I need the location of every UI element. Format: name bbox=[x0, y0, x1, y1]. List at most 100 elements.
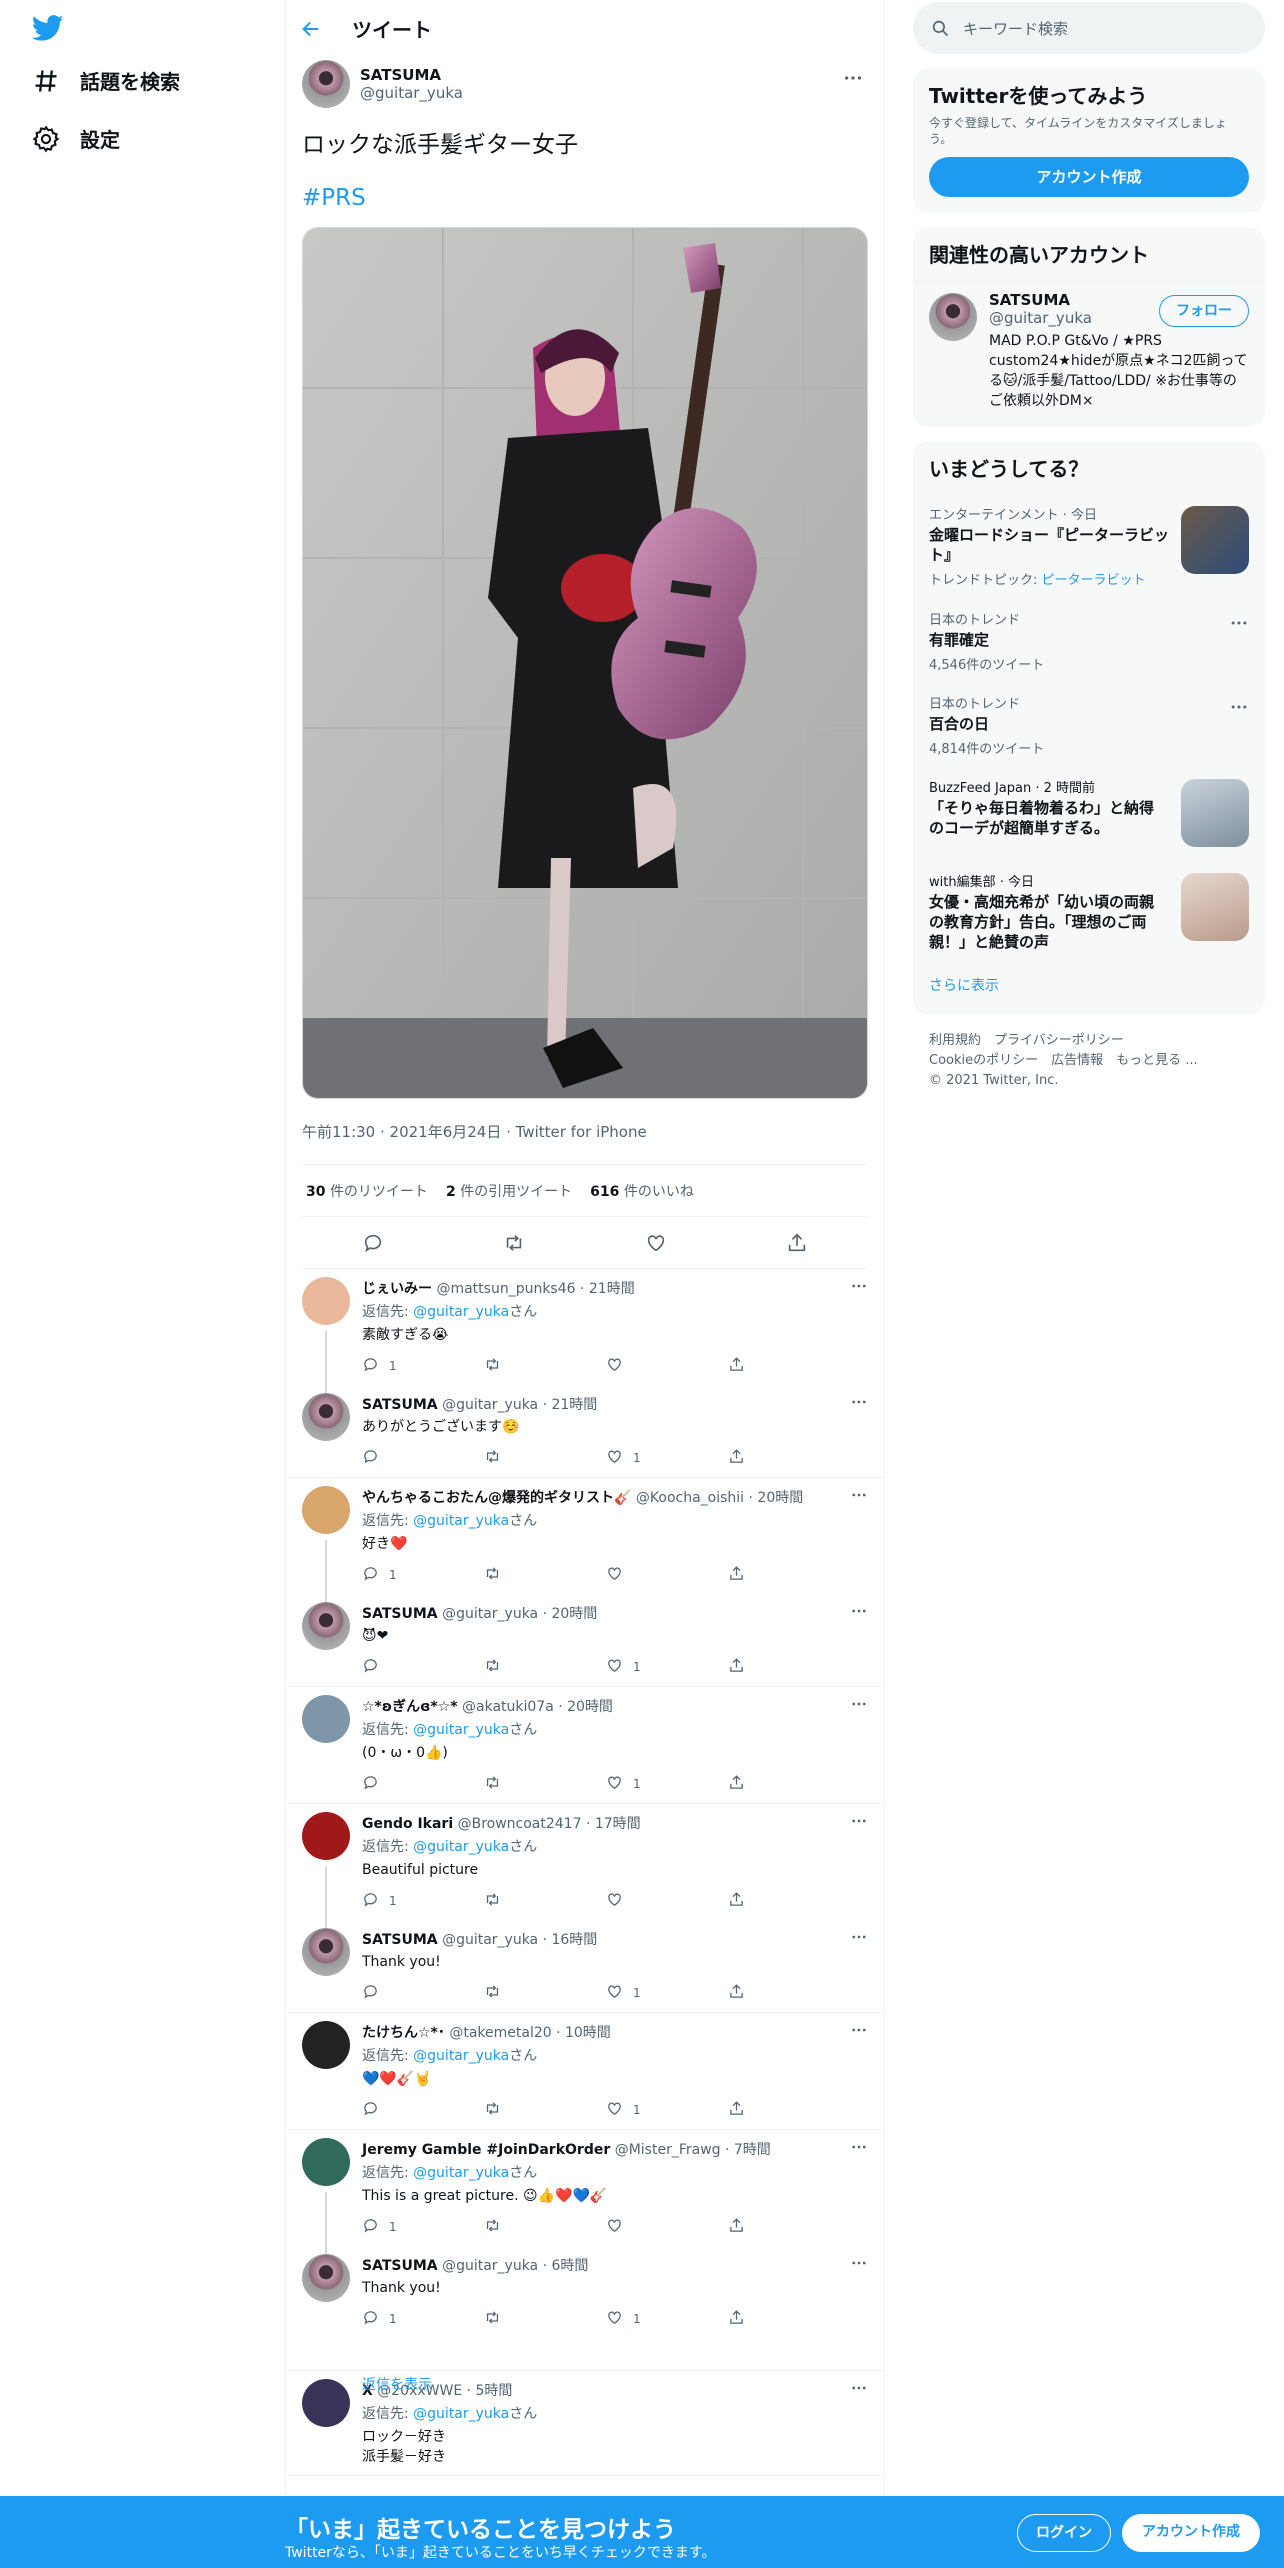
avatar[interactable] bbox=[302, 2379, 350, 2427]
reply-author-handle[interactable]: @Browncoat2417 · 17時間 bbox=[458, 1816, 641, 1832]
reply-tweet[interactable]: SATSUMA @guitar_yuka · 16時間 Thank you! 1 bbox=[286, 1920, 884, 2013]
reply-author-name[interactable]: SATSUMA bbox=[362, 2258, 438, 2274]
reply-button[interactable]: 1 bbox=[362, 2309, 484, 2329]
footer-links-2[interactable]: Cookieのポリシー 広告情報 もっと見る ... bbox=[929, 1051, 1249, 1071]
retweet-button[interactable] bbox=[484, 1657, 606, 1677]
like-button[interactable] bbox=[606, 1891, 728, 1911]
quote-count-link[interactable]: 2 件の引用ツイート bbox=[446, 1181, 572, 1201]
reply-author-handle[interactable]: @guitar_yuka · 6時間 bbox=[442, 2258, 588, 2274]
more-options-icon[interactable] bbox=[850, 1486, 868, 1508]
reply-author-name[interactable]: やんちゃるこおたん@爆発的ギタリスト🎸 bbox=[362, 1490, 631, 1506]
avatar[interactable] bbox=[302, 1393, 350, 1441]
reply-author-name[interactable]: たけちん☆*･ bbox=[362, 2025, 445, 2041]
reply-to-link[interactable]: @guitar_yuka bbox=[413, 2048, 509, 2064]
reply-author-handle[interactable]: @Koocha_oishii · 20時間 bbox=[636, 1490, 803, 1506]
share-button[interactable] bbox=[728, 1356, 850, 1376]
create-account-button[interactable]: アカウント作成 bbox=[929, 157, 1249, 197]
search-input[interactable]: キーワード検索 bbox=[963, 18, 1068, 39]
like-button[interactable]: 1 bbox=[606, 2309, 728, 2329]
reply-button[interactable]: 1 bbox=[362, 1565, 484, 1585]
share-button[interactable] bbox=[728, 1774, 850, 1794]
retweet-button[interactable] bbox=[484, 2217, 606, 2237]
share-button[interactable] bbox=[728, 1657, 850, 1677]
reply-author-handle[interactable]: @takemetal20 · 10時間 bbox=[449, 2025, 610, 2041]
reply-button[interactable] bbox=[362, 1983, 484, 2003]
reply-button[interactable] bbox=[362, 1448, 484, 1468]
share-button[interactable] bbox=[728, 1565, 850, 1585]
reply-author-name[interactable]: SATSUMA bbox=[362, 1606, 438, 1622]
retweet-button[interactable] bbox=[484, 1774, 606, 1794]
footer-links-1[interactable]: 利用規約 プライバシーポリシー bbox=[929, 1031, 1249, 1051]
reply-author-handle[interactable]: @Mister_Frawg · 7時間 bbox=[615, 2142, 771, 2158]
reply-tweet[interactable]: じぇいみー @mattsun_punks46 · 21時間 返信先: @guita… bbox=[286, 1269, 884, 1393]
nav-settings[interactable]: 設定 bbox=[32, 124, 120, 153]
reply-tweet[interactable]: SATSUMA @guitar_yuka · 21時間 ありがとうございます☺️ 1 bbox=[286, 1385, 884, 1478]
reply-icon[interactable] bbox=[362, 1232, 384, 1254]
banner-signup-button[interactable]: アカウント作成 bbox=[1122, 2514, 1260, 2552]
hashtag-link[interactable]: #PRS bbox=[302, 185, 868, 211]
search-box[interactable]: キーワード検索 bbox=[913, 2, 1265, 54]
trend-item[interactable]: エンターテインメント · 今日 金曜ロードショー『ピーターラビット』 トレンドト… bbox=[913, 494, 1265, 599]
reply-author-name[interactable]: Gendo Ikari bbox=[362, 1816, 453, 1832]
share-button[interactable] bbox=[728, 2309, 850, 2329]
more-options-icon[interactable] bbox=[1229, 697, 1249, 717]
reply-to-link[interactable]: @guitar_yuka bbox=[413, 2165, 509, 2181]
retweet-button[interactable] bbox=[484, 1565, 606, 1585]
show-replies-link[interactable]: 返信を表示 bbox=[362, 2374, 432, 2394]
reply-tweet[interactable]: SATSUMA @guitar_yuka · 6時間 Thank you! 1 1 bbox=[286, 2246, 884, 2371]
trend-item[interactable]: BuzzFeed Japan · 2 時間前 「そりゃ毎日着物着るわ」と納得のコ… bbox=[913, 767, 1265, 861]
reply-button[interactable] bbox=[362, 1774, 484, 1794]
like-button[interactable]: 1 bbox=[606, 1983, 728, 2003]
more-options-icon[interactable] bbox=[842, 67, 864, 89]
avatar[interactable] bbox=[302, 1602, 350, 1650]
more-options-icon[interactable] bbox=[850, 1928, 868, 1950]
like-icon[interactable] bbox=[645, 1232, 667, 1254]
more-options-icon[interactable] bbox=[850, 1695, 868, 1717]
follow-button[interactable]: フォロー bbox=[1159, 295, 1249, 327]
trend-item[interactable]: 日本のトレンド 有罪確定 4,546件のツイート bbox=[913, 599, 1265, 683]
more-options-icon[interactable] bbox=[850, 2254, 868, 2276]
reply-author-handle[interactable]: @guitar_yuka · 16時間 bbox=[442, 1932, 597, 1948]
retweet-button[interactable] bbox=[484, 2100, 606, 2120]
more-options-icon[interactable] bbox=[850, 2138, 868, 2160]
avatar[interactable] bbox=[302, 1277, 350, 1325]
avatar[interactable] bbox=[302, 2138, 350, 2186]
avatar[interactable] bbox=[302, 2254, 350, 2302]
related-account[interactable]: SATSUMA @guitar_yuka フォロー MAD P.O.P Gt&V… bbox=[913, 281, 1265, 427]
reply-tweet[interactable]: ☆*ʚぎんɞ*☆* @akatuki07a · 20時間 返信先: @guitar… bbox=[286, 1687, 884, 1804]
more-options-icon[interactable] bbox=[850, 1602, 868, 1624]
reply-author-name[interactable]: SATSUMA bbox=[362, 1397, 438, 1413]
tweet-timestamp[interactable]: 午前11:30 · 2021年6月24日 · Twitter for iPhon… bbox=[302, 1117, 868, 1165]
reply-author-name[interactable]: Jeremy Gamble #JoinDarkOrder bbox=[362, 2142, 610, 2158]
reply-tweet[interactable]: Gendo Ikari @Browncoat2417 · 17時間 返信先: @g… bbox=[286, 1804, 884, 1928]
more-options-icon[interactable] bbox=[850, 1277, 868, 1299]
reply-to-link[interactable]: @guitar_yuka bbox=[413, 1513, 509, 1529]
reply-tweet[interactable]: やんちゃるこおたん@爆発的ギタリスト🎸 @Koocha_oishii · 20時… bbox=[286, 1478, 884, 1602]
share-button[interactable] bbox=[728, 2100, 850, 2120]
retweet-button[interactable] bbox=[484, 1356, 606, 1376]
tweet-author-handle[interactable]: @guitar_yuka bbox=[360, 84, 463, 102]
trend-sub-link[interactable]: ピーターラビット bbox=[1042, 573, 1146, 588]
reply-tweet[interactable]: たけちん☆*･ @takemetal20 · 10時間 返信先: @guitar_… bbox=[286, 2013, 884, 2130]
like-count-link[interactable]: 616 件のいいね bbox=[590, 1181, 694, 1201]
avatar[interactable] bbox=[302, 1486, 350, 1534]
avatar[interactable] bbox=[302, 2021, 350, 2069]
like-button[interactable]: 1 bbox=[606, 1657, 728, 1677]
retweet-button[interactable] bbox=[484, 1983, 606, 2003]
more-options-icon[interactable] bbox=[1229, 613, 1249, 633]
tweet-photo[interactable] bbox=[302, 227, 868, 1099]
reply-to-link[interactable]: @guitar_yuka bbox=[413, 1304, 509, 1320]
nav-explore[interactable]: 話題を検索 bbox=[32, 66, 180, 95]
like-button[interactable]: 1 bbox=[606, 1774, 728, 1794]
share-button[interactable] bbox=[728, 1983, 850, 2003]
twitter-logo-icon[interactable] bbox=[28, 12, 68, 44]
tweet-author-name[interactable]: SATSUMA bbox=[360, 66, 463, 84]
reply-tweet[interactable]: SATSUMA @guitar_yuka · 20時間 😈❤ 1 bbox=[286, 1594, 884, 1687]
trend-item[interactable]: with編集部 · 今日 女優・高畑充希が「幼い頃の両親の教育方針」告白。「理想… bbox=[913, 861, 1265, 965]
retweet-button[interactable] bbox=[484, 2309, 606, 2329]
reply-author-handle[interactable]: @akatuki07a · 20時間 bbox=[462, 1699, 613, 1715]
share-button[interactable] bbox=[728, 2217, 850, 2237]
more-options-icon[interactable] bbox=[850, 1812, 868, 1834]
retweet-count-link[interactable]: 30 件のリツイート bbox=[306, 1181, 428, 1201]
like-button[interactable] bbox=[606, 1356, 728, 1376]
